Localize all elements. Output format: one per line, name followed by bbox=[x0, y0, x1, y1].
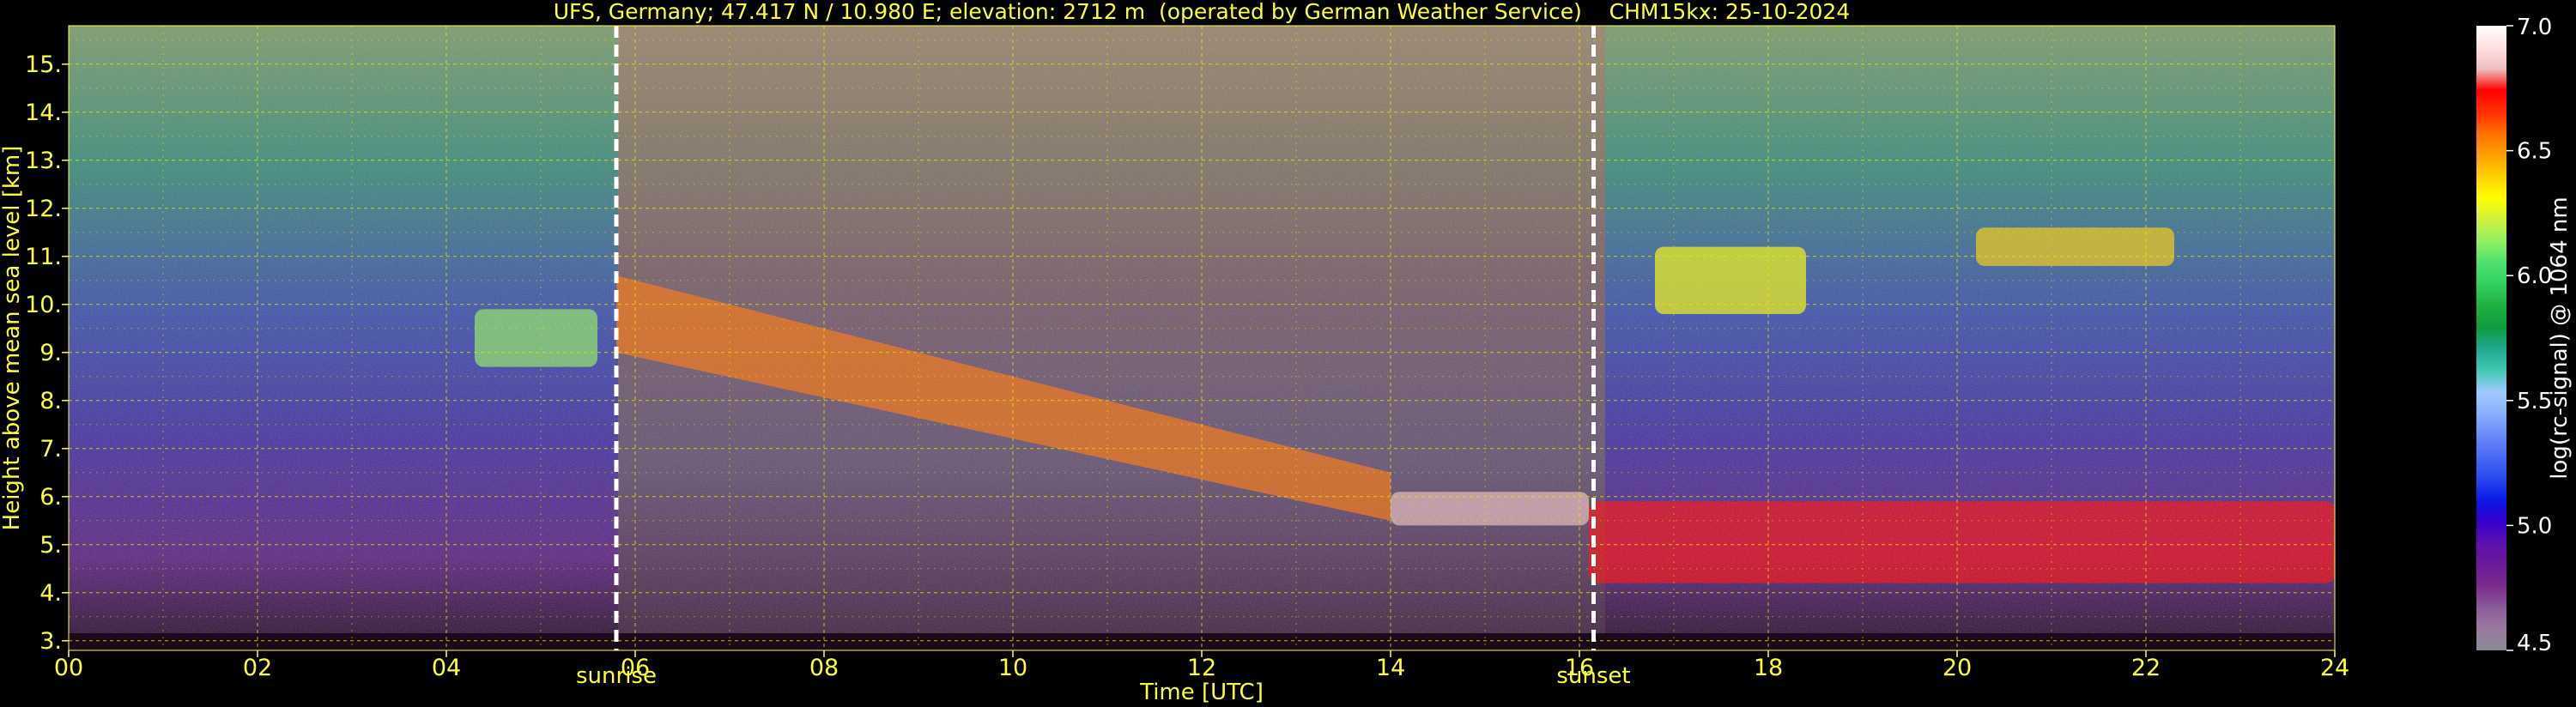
colorbar: 4.55.05.56.06.57.0 log(rc-signal) @ 1064… bbox=[2476, 15, 2573, 656]
y-tick-label: 11. bbox=[25, 244, 62, 270]
y-tick-label: 4. bbox=[39, 580, 62, 607]
x-tick-label: 12 bbox=[1187, 655, 1216, 681]
y-axis: 3. 4. 5. 6. 7. 8. 9. 10. 11. 12. 13. 14. 15. bbox=[25, 51, 69, 655]
y-tick-label: 9. bbox=[39, 340, 62, 366]
chart-title: UFS, Germany; 47.417 N / 10.980 E; eleva… bbox=[554, 0, 1850, 24]
colorbar-gradient bbox=[2476, 26, 2506, 650]
x-tick-label: 06 bbox=[621, 655, 650, 681]
colorbar-ticks: 4.55.05.56.06.57.0 bbox=[2506, 15, 2552, 656]
x-tick-label: 24 bbox=[2320, 655, 2349, 681]
x-tick-label: 08 bbox=[809, 655, 839, 681]
x-tick-label: 14 bbox=[1376, 655, 1405, 681]
x-tick-label: 22 bbox=[2131, 655, 2161, 681]
y-tick-label: 6. bbox=[39, 484, 62, 511]
colorbar-label: log(rc-signal) @ 1064 nm bbox=[2547, 196, 2573, 479]
y-tick-label: 15. bbox=[25, 51, 62, 78]
y-tick-label: 10. bbox=[25, 292, 62, 318]
y-axis-label: Height above mean sea level [km] bbox=[0, 146, 25, 531]
plot-area: sunrise sunset bbox=[68, 25, 2336, 689]
x-tick-label: 02 bbox=[243, 655, 272, 681]
x-tick-label: 00 bbox=[54, 655, 83, 681]
y-tick-label: 3. bbox=[39, 628, 62, 655]
y-tick-label: 12. bbox=[25, 196, 62, 222]
colorbar-tick-label: 4.5 bbox=[2517, 631, 2552, 656]
x-axis: 00 02 04 06 08 10 12 14 16 18 20 22 24 bbox=[54, 650, 2349, 681]
x-tick-label: 16 bbox=[1565, 655, 1594, 681]
y-tick-label: 7. bbox=[39, 436, 62, 462]
x-tick-label: 10 bbox=[998, 655, 1027, 681]
x-axis-label: Time [UTC] bbox=[1139, 680, 1264, 705]
colorbar-tick-label: 7.0 bbox=[2517, 15, 2552, 40]
y-tick-label: 13. bbox=[25, 148, 62, 174]
x-tick-label: 04 bbox=[432, 655, 461, 681]
colorbar-tick-label: 5.0 bbox=[2517, 513, 2552, 539]
y-tick-label: 5. bbox=[39, 532, 62, 559]
y-tick-label: 8. bbox=[39, 388, 62, 414]
x-tick-label: 18 bbox=[1754, 655, 1783, 681]
colorbar-tick-label: 6.5 bbox=[2517, 139, 2552, 165]
ceilometer-chart: sunrise sunset 00 02 04 06 08 10 12 14 16 18 20 22 24… bbox=[0, 0, 2573, 705]
y-tick-label: 14. bbox=[25, 100, 62, 126]
x-tick-label: 20 bbox=[1943, 655, 1972, 681]
ground-band bbox=[69, 633, 2335, 650]
